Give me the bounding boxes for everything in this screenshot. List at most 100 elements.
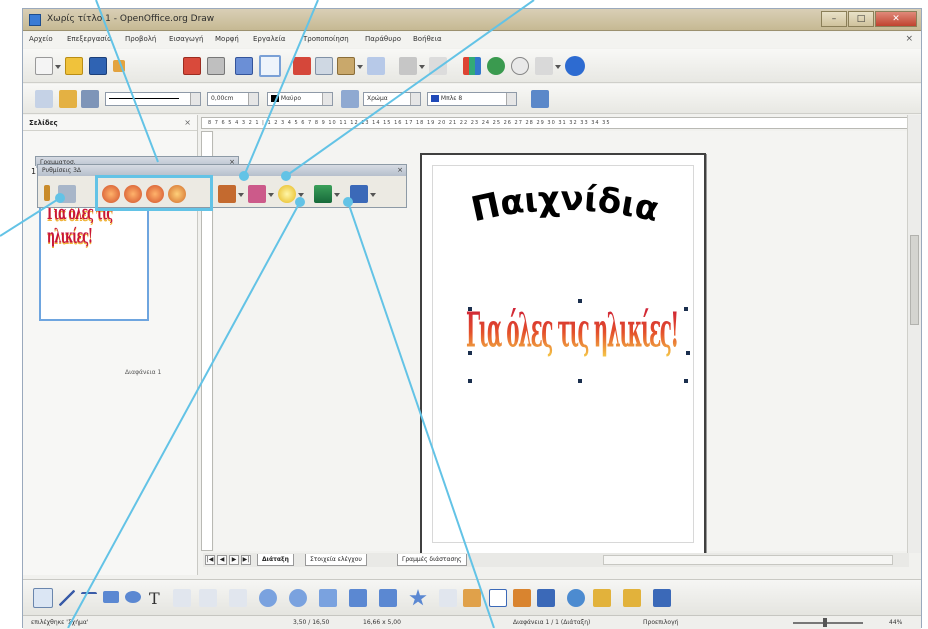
line-arrow-tool-icon[interactable] — [81, 592, 97, 602]
3d-color-icon[interactable] — [350, 185, 368, 203]
flowchart-icon[interactable] — [349, 589, 367, 607]
next-tab-icon[interactable]: ▶ — [229, 555, 239, 565]
minimize-button[interactable]: – — [821, 11, 847, 27]
tab-dimension-lines[interactable]: Γραμμές διάστασης — [397, 554, 467, 566]
select-arrow-icon[interactable] — [33, 588, 53, 608]
open-folder-icon[interactable] — [65, 57, 83, 75]
export-pdf-icon[interactable] — [183, 57, 201, 75]
chart-icon[interactable] — [463, 57, 481, 75]
spellcheck-icon[interactable] — [235, 57, 253, 75]
menu-edit[interactable]: Επεξεργασία — [67, 35, 112, 43]
depth-icon[interactable] — [218, 185, 236, 203]
drawing-page[interactable]: Παιχνίδια Για όλες τις ηλικίες! — [420, 153, 706, 555]
help-icon[interactable] — [565, 56, 585, 76]
styles-icon[interactable] — [35, 90, 53, 108]
save-icon[interactable] — [89, 57, 107, 75]
navigator-icon[interactable] — [487, 57, 505, 75]
autospell-icon[interactable] — [259, 55, 281, 77]
lighting-icon[interactable] — [278, 185, 296, 203]
symbol-shapes-icon[interactable] — [289, 589, 307, 607]
undo-dropdown-icon[interactable] — [419, 65, 425, 69]
stars-icon[interactable] — [409, 589, 427, 606]
direction-icon[interactable] — [248, 185, 266, 203]
lighting-dropdown-icon[interactable] — [298, 193, 304, 197]
fontwork-subtitle[interactable]: Για όλες τις ηλικίες! — [466, 301, 692, 381]
text-tool-icon[interactable]: T — [149, 589, 167, 608]
selection-handle[interactable] — [686, 351, 690, 355]
callouts-icon[interactable] — [379, 589, 397, 607]
menu-tools[interactable]: Εργαλεία — [253, 35, 286, 43]
3d-color-dropdown-icon[interactable] — [370, 193, 376, 197]
lines-arrows-tool-icon[interactable] — [229, 589, 247, 607]
menu-help[interactable]: Βοήθεια — [413, 35, 442, 43]
maximize-button[interactable]: □ — [848, 11, 874, 27]
first-tab-icon[interactable]: |◀ — [205, 555, 215, 565]
shadow-icon[interactable] — [531, 90, 549, 108]
line-color-select[interactable]: Μαύρο — [267, 92, 333, 106]
block-arrows-icon[interactable] — [319, 589, 337, 607]
basic-shapes-icon[interactable] — [259, 589, 277, 607]
paste-icon[interactable] — [337, 57, 355, 75]
menu-window[interactable]: Παράθυρο — [365, 35, 401, 43]
new-document-icon[interactable] — [35, 57, 53, 75]
from-file-icon[interactable] — [513, 589, 531, 607]
menu-format[interactable]: Μορφή — [215, 35, 239, 43]
vertical-scroll-thumb[interactable] — [910, 235, 919, 325]
depth-dropdown-icon[interactable] — [238, 193, 244, 197]
document-close-icon[interactable]: × — [905, 34, 913, 44]
selection-handle[interactable] — [684, 307, 688, 311]
selection-handle[interactable] — [468, 351, 472, 355]
last-tab-icon[interactable]: ▶| — [241, 555, 251, 565]
selection-handle[interactable] — [578, 379, 582, 383]
toggle-extrusion-icon[interactable] — [44, 185, 50, 201]
menu-insert[interactable]: Εισαγωγή — [169, 35, 203, 43]
selection-handle[interactable] — [578, 299, 582, 303]
points-icon[interactable] — [439, 589, 457, 607]
edit-file-icon[interactable] — [113, 60, 125, 72]
new-dropdown-icon[interactable] — [55, 65, 61, 69]
undo-icon[interactable] — [399, 57, 417, 75]
redo-icon[interactable] — [429, 57, 447, 75]
selection-handle[interactable] — [468, 379, 472, 383]
vertical-scrollbar[interactable] — [907, 115, 921, 553]
gallery-icon[interactable] — [511, 57, 529, 75]
area-icon[interactable] — [341, 90, 359, 108]
menu-modify[interactable]: Τροποποίηση — [303, 35, 349, 43]
slides-pane-close-icon[interactable]: × — [184, 118, 191, 127]
tab-controls[interactable]: Στοιχεία ελέγχου — [305, 554, 367, 566]
paste-dropdown-icon[interactable] — [357, 65, 363, 69]
print-icon[interactable] — [207, 57, 225, 75]
copy-icon[interactable] — [315, 57, 333, 75]
connector-tool-icon[interactable] — [199, 589, 217, 607]
line-style-select[interactable] — [105, 92, 201, 106]
3d-settings-close-icon[interactable]: × — [397, 165, 403, 176]
direction-dropdown-icon[interactable] — [268, 193, 274, 197]
menu-view[interactable]: Προβολή — [125, 35, 156, 43]
gallery-tool-icon[interactable] — [537, 589, 555, 607]
zoom-icon[interactable] — [535, 57, 553, 75]
line-width-field[interactable]: 0,00cm — [207, 92, 259, 106]
tab-layout[interactable]: Διάταξη — [257, 554, 294, 566]
area-color-select[interactable]: Μπλε 8 — [427, 92, 517, 106]
prev-tab-icon[interactable]: ◀ — [217, 555, 227, 565]
alignment-icon[interactable] — [593, 589, 611, 607]
selection-handle[interactable] — [684, 379, 688, 383]
close-button[interactable]: ✕ — [875, 11, 917, 27]
area-style-select[interactable]: Χρώμα — [363, 92, 421, 106]
line-tool-icon[interactable] — [59, 590, 75, 606]
arrow-style-icon[interactable] — [81, 90, 99, 108]
selection-handle[interactable] — [468, 307, 472, 311]
glue-points-icon[interactable] — [463, 589, 481, 607]
arrange-icon[interactable] — [623, 589, 641, 607]
zoom-dropdown-icon[interactable] — [555, 65, 561, 69]
rectangle-tool-icon[interactable] — [103, 591, 119, 603]
line-icon[interactable] — [59, 90, 77, 108]
menu-file[interactable]: Αρχείο — [29, 35, 53, 43]
zoom-slider-handle[interactable] — [823, 618, 827, 627]
surface-icon[interactable] — [314, 185, 332, 203]
cut-icon[interactable] — [293, 57, 311, 75]
rotate-icon[interactable] — [567, 589, 585, 607]
extrusion-on-off-icon[interactable] — [58, 185, 76, 203]
ellipse-tool-icon[interactable] — [125, 591, 141, 603]
surface-dropdown-icon[interactable] — [334, 193, 340, 197]
